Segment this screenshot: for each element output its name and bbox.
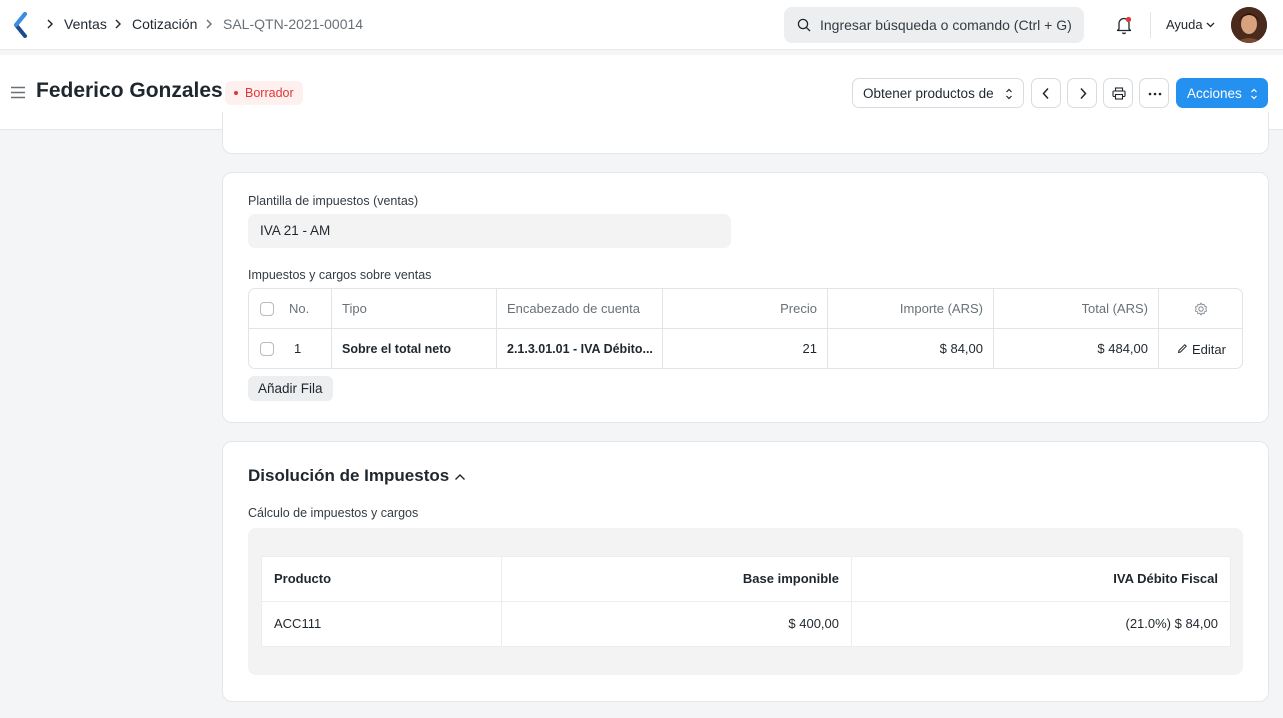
next-doc-button[interactable] — [1067, 78, 1097, 108]
table-header-row: No. Tipo Encabezado de cuenta Precio Imp… — [249, 289, 1242, 329]
row-cell-precio[interactable]: 21 — [663, 329, 828, 368]
breadcrumb-document[interactable]: SAL-QTN-2021-00014 — [223, 16, 363, 32]
breakdown-iva: (21.0%) $ 84,00 — [1125, 616, 1218, 631]
header-cell-precio: Precio — [663, 289, 828, 329]
status-badge: Borrador — [225, 81, 303, 105]
header-cell-importe: Importe (ARS) — [828, 289, 994, 329]
breadcrumb-chevron-icon — [47, 19, 53, 29]
tax-table-label: Impuestos y cargos sobre ventas — [248, 268, 432, 282]
select-all-checkbox[interactable] — [260, 302, 274, 316]
column-header-tipo: Tipo — [342, 301, 367, 316]
column-header-total: Total (ARS) — [1081, 301, 1148, 316]
row-edit-button[interactable]: Editar — [1159, 329, 1242, 368]
taxes-section: Plantilla de impuestos (ventas) IVA 21 -… — [222, 172, 1269, 423]
row-checkbox[interactable] — [260, 342, 274, 356]
row-cell-total[interactable]: $ 484,00 — [994, 329, 1159, 368]
page-title: Federico Gonzales — [36, 79, 223, 102]
row-tipo: Sobre el total neto — [342, 342, 452, 356]
row-cuenta: 2.1.3.01.01 - IVA Débito... — [507, 342, 653, 356]
navbar: Ventas Cotización SAL-QTN-2021-00014 Ing… — [0, 0, 1283, 50]
sidebar-toggle-icon[interactable] — [10, 86, 26, 99]
breakdown-container: Producto Base imponible IVA Débito Fisca… — [248, 528, 1243, 675]
row-precio: 21 — [802, 341, 817, 356]
get-items-button[interactable]: Obtener productos de — [852, 78, 1024, 108]
breakdown-table: Producto Base imponible IVA Débito Fisca… — [261, 556, 1231, 647]
chevron-down-icon[interactable] — [1206, 22, 1215, 28]
search-bar[interactable]: Ingresar búsqueda o comando (Ctrl + G) — [784, 7, 1084, 43]
print-button[interactable] — [1103, 78, 1133, 108]
row-cell-tipo[interactable]: Sobre el total neto — [332, 329, 497, 368]
select-arrows-icon — [1251, 88, 1257, 100]
breadcrumb-ventas[interactable]: Ventas — [64, 16, 107, 32]
help-menu[interactable]: Ayuda — [1166, 17, 1203, 32]
avatar-photo-icon — [1231, 7, 1267, 43]
column-header-base: Base imponible — [742, 571, 839, 586]
add-row-button[interactable]: Añadir Fila — [248, 376, 333, 401]
header-cell-total: Total (ARS) — [994, 289, 1159, 329]
column-header-no: No. — [289, 301, 310, 316]
header-cell-tipo: Tipo — [332, 289, 497, 329]
breakdown-subtitle: Cálculo de impuestos y cargos — [248, 506, 419, 520]
breakdown-base: $ 400,00 — [788, 616, 839, 631]
breakdown-cell-producto: ACC111 — [262, 602, 502, 647]
breadcrumb-cotizacion[interactable]: Cotización — [132, 16, 197, 32]
search-placeholder: Ingresar búsqueda o comando (Ctrl + G) — [820, 17, 1072, 33]
column-header-producto: Producto — [274, 571, 332, 586]
row-no: 1 — [294, 341, 302, 356]
breakdown-cell-base: $ 400,00 — [502, 602, 852, 647]
header-cell-no: No. — [249, 289, 332, 329]
breakdown-header-iva: IVA Débito Fiscal — [852, 557, 1230, 602]
row-cell-importe[interactable]: $ 84,00 — [828, 329, 994, 368]
previous-doc-button[interactable] — [1031, 78, 1061, 108]
get-items-label: Obtener productos de — [863, 86, 994, 101]
user-avatar[interactable] — [1231, 7, 1267, 43]
chevron-left-icon — [1042, 87, 1049, 100]
more-options-button[interactable] — [1139, 78, 1169, 108]
printer-icon — [1112, 87, 1126, 100]
header-cell-cuenta: Encabezado de cuenta — [497, 289, 663, 329]
table-row: ACC111 $ 400,00 (21.0%) $ 84,00 — [262, 602, 1230, 647]
chevron-right-icon — [1080, 87, 1087, 100]
select-arrows-icon — [1006, 88, 1012, 100]
row-cell-no: 1 — [249, 329, 332, 368]
tax-template-value: IVA 21 - AM — [260, 223, 331, 238]
taxes-table: No. Tipo Encabezado de cuenta Precio Imp… — [248, 288, 1243, 369]
section-title[interactable]: Disolución de Impuestos — [248, 466, 449, 486]
breadcrumb-chevron-icon — [115, 19, 121, 29]
header-cell-settings — [1159, 289, 1242, 329]
tax-template-label: Plantilla de impuestos (ventas) — [248, 194, 419, 208]
column-header-importe: Importe (ARS) — [899, 301, 983, 316]
navbar-divider — [1150, 12, 1151, 38]
row-total: $ 484,00 — [1097, 341, 1148, 356]
search-icon — [797, 18, 811, 32]
pencil-icon — [1178, 344, 1187, 353]
actions-label: Acciones — [1187, 86, 1242, 101]
row-edit-label: Editar — [1192, 342, 1226, 357]
breakdown-cell-iva: (21.0%) $ 84,00 — [852, 602, 1230, 647]
table-row[interactable]: 1 Sobre el total neto 2.1.3.01.01 - IVA … — [249, 329, 1242, 368]
notification-bell-icon[interactable] — [1115, 15, 1133, 35]
row-cell-cuenta[interactable]: 2.1.3.01.01 - IVA Débito... — [497, 329, 663, 368]
column-header-iva: IVA Débito Fiscal — [1113, 571, 1218, 586]
breadcrumb-chevron-icon — [206, 19, 212, 29]
breakdown-header-row: Producto Base imponible IVA Débito Fisca… — [262, 557, 1230, 602]
row-importe: $ 84,00 — [939, 341, 983, 356]
previous-section-card — [222, 112, 1269, 154]
breakdown-header-producto: Producto — [262, 557, 502, 602]
column-header-cuenta: Encabezado de cuenta — [507, 301, 640, 316]
breakdown-producto: ACC111 — [274, 616, 322, 631]
settings-gear-icon[interactable] — [1194, 302, 1208, 316]
breakdown-header-base: Base imponible — [502, 557, 852, 602]
app-logo-icon[interactable] — [12, 12, 30, 38]
column-header-precio: Precio — [780, 301, 817, 316]
actions-button[interactable]: Acciones — [1176, 78, 1268, 108]
ellipsis-icon — [1148, 92, 1162, 96]
chevron-up-icon[interactable] — [454, 473, 466, 481]
tax-breakdown-section: Disolución de Impuestos Cálculo de impue… — [222, 441, 1269, 702]
tax-template-field[interactable]: IVA 21 - AM — [248, 214, 731, 248]
